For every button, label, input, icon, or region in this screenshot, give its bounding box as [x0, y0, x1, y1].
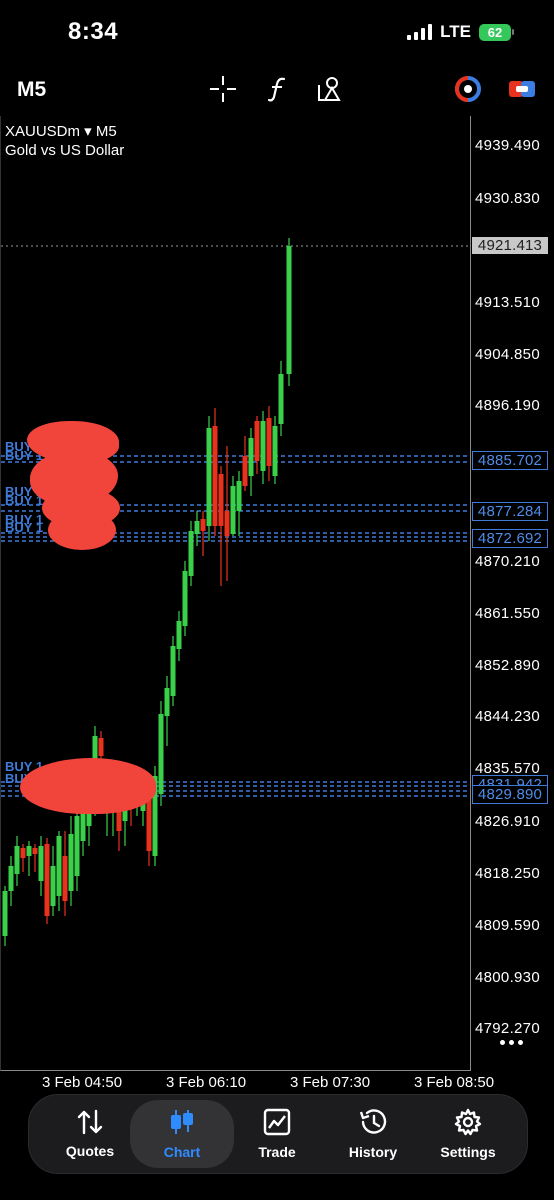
bullish-candle [272, 426, 278, 476]
order-level-tag[interactable]: 4829.890 [472, 785, 548, 804]
bullish-candle [286, 246, 292, 374]
trade-icon [263, 1108, 291, 1136]
bullish-candle [26, 846, 32, 856]
price-scale-label: 4913.510 [475, 294, 540, 311]
crosshair-icon[interactable] [208, 74, 238, 104]
function-icon[interactable] [263, 74, 293, 104]
candlestick-plot[interactable]: BUY 1BUY 1BUY 1BUY 1BUY 1BUY 1BUY 1BUY 1 [1, 116, 470, 1070]
time-axis-label: 3 Feb 06:10 [166, 1074, 247, 1091]
bullish-candle [278, 374, 284, 424]
time-axis-label: 3 Feb 04:50 [42, 1074, 123, 1091]
bearish-candle [62, 856, 68, 901]
bullish-candle [236, 481, 242, 511]
chart-area[interactable]: BUY 1BUY 1BUY 1BUY 1BUY 1BUY 1BUY 1BUY 1… [0, 116, 554, 1072]
bearish-candle [98, 738, 104, 756]
redaction-mark [20, 758, 156, 814]
bearish-candle [218, 474, 224, 526]
nav-history[interactable]: History [326, 1095, 420, 1173]
bullish-candle [170, 646, 176, 696]
nav-label: History [348, 1144, 398, 1160]
bullish-candle [248, 438, 254, 476]
bullish-candle [206, 428, 212, 526]
bullish-candle [176, 621, 182, 649]
bullish-candle [38, 846, 44, 881]
price-scale-label: 4818.250 [475, 865, 540, 882]
bullish-candle [68, 834, 74, 891]
chart-canvas[interactable]: BUY 1BUY 1BUY 1BUY 1BUY 1BUY 1BUY 1BUY 1 [0, 116, 471, 1071]
trade-sync-icon[interactable] [453, 74, 483, 104]
price-scale-label: 4896.190 [475, 397, 540, 414]
bullish-candle [2, 891, 8, 936]
bullish-candle [188, 531, 194, 576]
order-label: BUY 1 [5, 520, 43, 535]
price-scale-label: 4870.210 [475, 553, 540, 570]
price-scale-label: 4852.890 [475, 657, 540, 674]
bearish-candle [20, 848, 26, 858]
nav-quotes[interactable]: Quotes [43, 1095, 137, 1173]
nav-label: Quotes [65, 1143, 115, 1159]
order-level-tag[interactable]: 4877.284 [472, 502, 548, 521]
price-scale-label: 4809.590 [475, 917, 540, 934]
bearish-candle [242, 456, 248, 486]
bullish-candle [260, 421, 266, 471]
nav-label: Settings [440, 1144, 496, 1160]
bullish-candle [164, 688, 170, 716]
chart-description: Gold vs US Dollar [5, 142, 125, 159]
bullish-candle [50, 866, 56, 906]
price-scale-label: 4826.910 [475, 813, 540, 830]
bearish-candle [200, 519, 206, 531]
bullish-candle [8, 866, 14, 891]
link-icon[interactable] [507, 74, 537, 104]
price-scale-label: 4844.230 [475, 708, 540, 725]
price-scale-label: 4800.930 [475, 969, 540, 986]
bullish-candle [194, 521, 200, 534]
price-scale-label: 4861.550 [475, 605, 540, 622]
battery-level: 62 [479, 23, 511, 41]
bullish-candle [230, 486, 236, 534]
chart-toolbar: M5 [0, 62, 554, 116]
order-level-tag[interactable]: 4885.702 [472, 451, 548, 470]
chart-symbol[interactable]: XAUUSDm ▾ M5 [5, 122, 117, 140]
bearish-candle [44, 844, 50, 916]
quotes-icon [77, 1109, 103, 1135]
history-icon [359, 1109, 387, 1134]
more-options-icon[interactable] [500, 1040, 523, 1045]
nav-label: Trade [258, 1144, 296, 1160]
bearish-candle [254, 421, 260, 461]
price-scale-label: 4904.850 [475, 346, 540, 363]
nav-label: Chart [163, 1144, 201, 1160]
settings-icon [454, 1108, 482, 1136]
bearish-candle [266, 418, 272, 466]
bearish-candle [212, 426, 218, 526]
order-level-tag[interactable]: 4872.692 [472, 529, 548, 548]
bearish-candle [224, 511, 230, 536]
bullish-candle [182, 571, 188, 626]
battery-icon: 62 [479, 23, 514, 41]
nav-settings[interactable]: Settings [421, 1095, 515, 1173]
current-price-tag: 4921.413 [472, 237, 548, 254]
status-time: 8:34 [68, 18, 119, 45]
bullish-candle [14, 846, 20, 874]
bullish-candle [56, 836, 62, 896]
timeframe-button[interactable]: M5 [17, 78, 46, 102]
nav-chart[interactable]: Chart [130, 1100, 234, 1168]
price-scale-label: 4939.490 [475, 137, 540, 154]
price-scale-label: 4930.830 [475, 190, 540, 207]
time-axis-label: 3 Feb 07:30 [290, 1074, 371, 1091]
bullish-candle [158, 714, 164, 794]
price-scale-label: 4792.270 [475, 1020, 540, 1037]
chart-icon [171, 1110, 193, 1134]
bullish-candle [74, 816, 80, 876]
status-bar: 8:34 LTE 62 [0, 0, 554, 62]
bearish-candle [32, 848, 38, 854]
bottom-nav: Quotes Chart Trade History Settings [28, 1094, 528, 1174]
objects-icon[interactable] [316, 74, 346, 104]
network-type: LTE [440, 22, 471, 41]
signal-icon [407, 24, 433, 40]
nav-trade[interactable]: Trade [230, 1095, 324, 1173]
time-axis-label: 3 Feb 08:50 [414, 1074, 495, 1091]
redaction-mark [48, 510, 116, 550]
